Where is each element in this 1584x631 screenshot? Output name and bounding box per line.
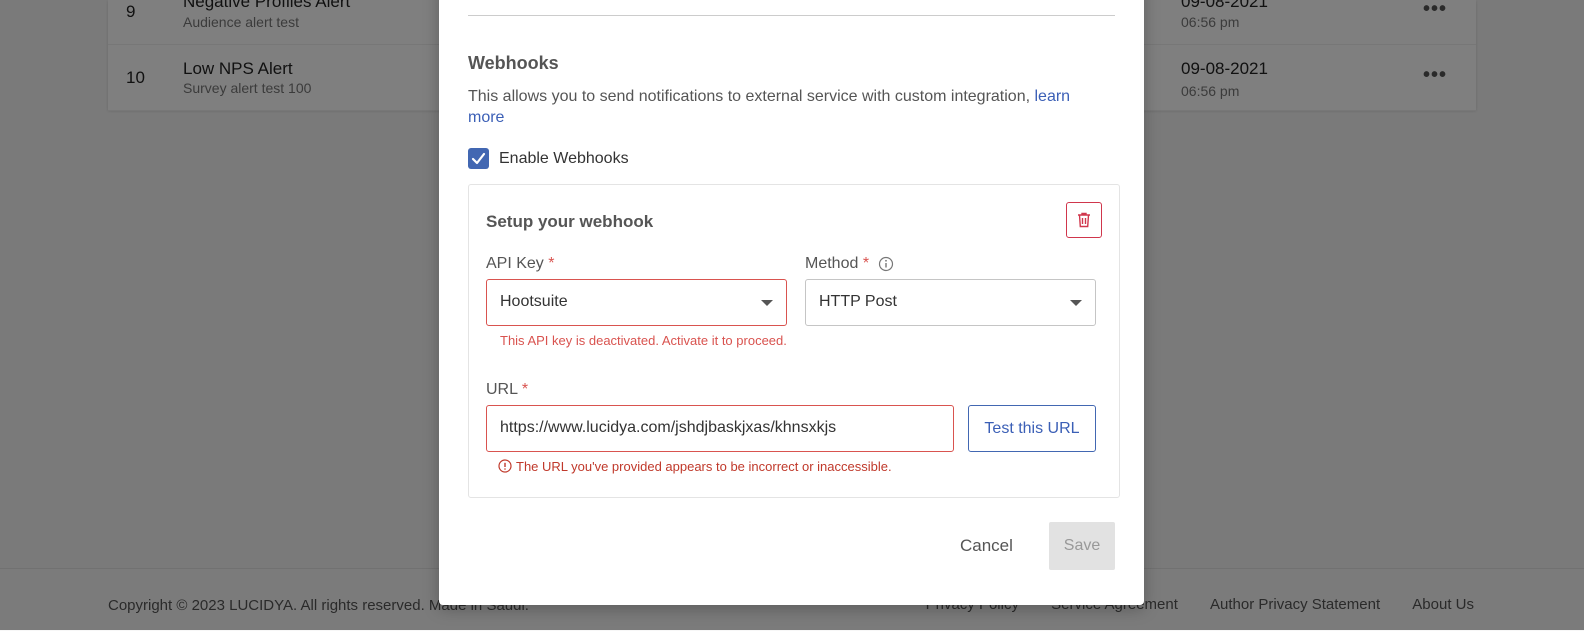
enable-webhooks-checkbox[interactable] <box>468 148 489 169</box>
required-marker: * <box>521 381 529 398</box>
method-label: Method * <box>805 255 894 273</box>
chevron-down-icon <box>761 300 773 306</box>
method-label-text: Method <box>805 255 859 272</box>
divider <box>468 15 1115 16</box>
webhook-modal: Webhooks This allows you to send notific… <box>439 0 1144 605</box>
section-title: Webhooks <box>468 53 559 73</box>
url-error-text: The URL you've provided appears to be in… <box>516 459 892 474</box>
method-value: HTTP Post <box>819 293 897 310</box>
section-description: This allows you to send notifications to… <box>468 86 1108 128</box>
setup-title: Setup your webhook <box>486 212 654 231</box>
api-key-value: Hootsuite <box>500 293 568 310</box>
enable-webhooks-label[interactable]: Enable Webhooks <box>499 150 629 168</box>
method-select[interactable]: HTTP Post <box>805 279 1096 326</box>
required-marker: * <box>862 255 870 272</box>
api-key-error: This API key is deactivated. Activate it… <box>500 333 787 348</box>
test-url-button[interactable]: Test this URL <box>968 405 1096 452</box>
check-icon <box>471 152 486 165</box>
url-value: https://www.lucidya.com/jshdjbaskjxas/kh… <box>500 419 837 436</box>
url-label-text: URL <box>486 381 518 398</box>
url-error: The URL you've provided appears to be in… <box>498 459 892 474</box>
error-icon <box>498 459 512 473</box>
info-icon[interactable] <box>878 256 894 272</box>
webhook-setup-box: Setup your webhook API Key * Hootsuite T… <box>468 184 1120 498</box>
api-key-label-text: API Key <box>486 255 544 272</box>
api-key-select[interactable]: Hootsuite <box>486 279 787 326</box>
description-text: This allows you to send notifications to… <box>468 88 1031 105</box>
api-key-label: API Key * <box>486 255 555 273</box>
save-button[interactable]: Save <box>1049 522 1115 570</box>
chevron-down-icon <box>1070 300 1082 306</box>
url-label: URL * <box>486 381 528 399</box>
trash-icon <box>1078 212 1090 228</box>
cancel-button[interactable]: Cancel <box>960 536 1013 556</box>
delete-webhook-button[interactable] <box>1066 202 1102 238</box>
url-input[interactable]: https://www.lucidya.com/jshdjbaskjxas/kh… <box>486 405 954 452</box>
required-marker: * <box>548 255 555 272</box>
